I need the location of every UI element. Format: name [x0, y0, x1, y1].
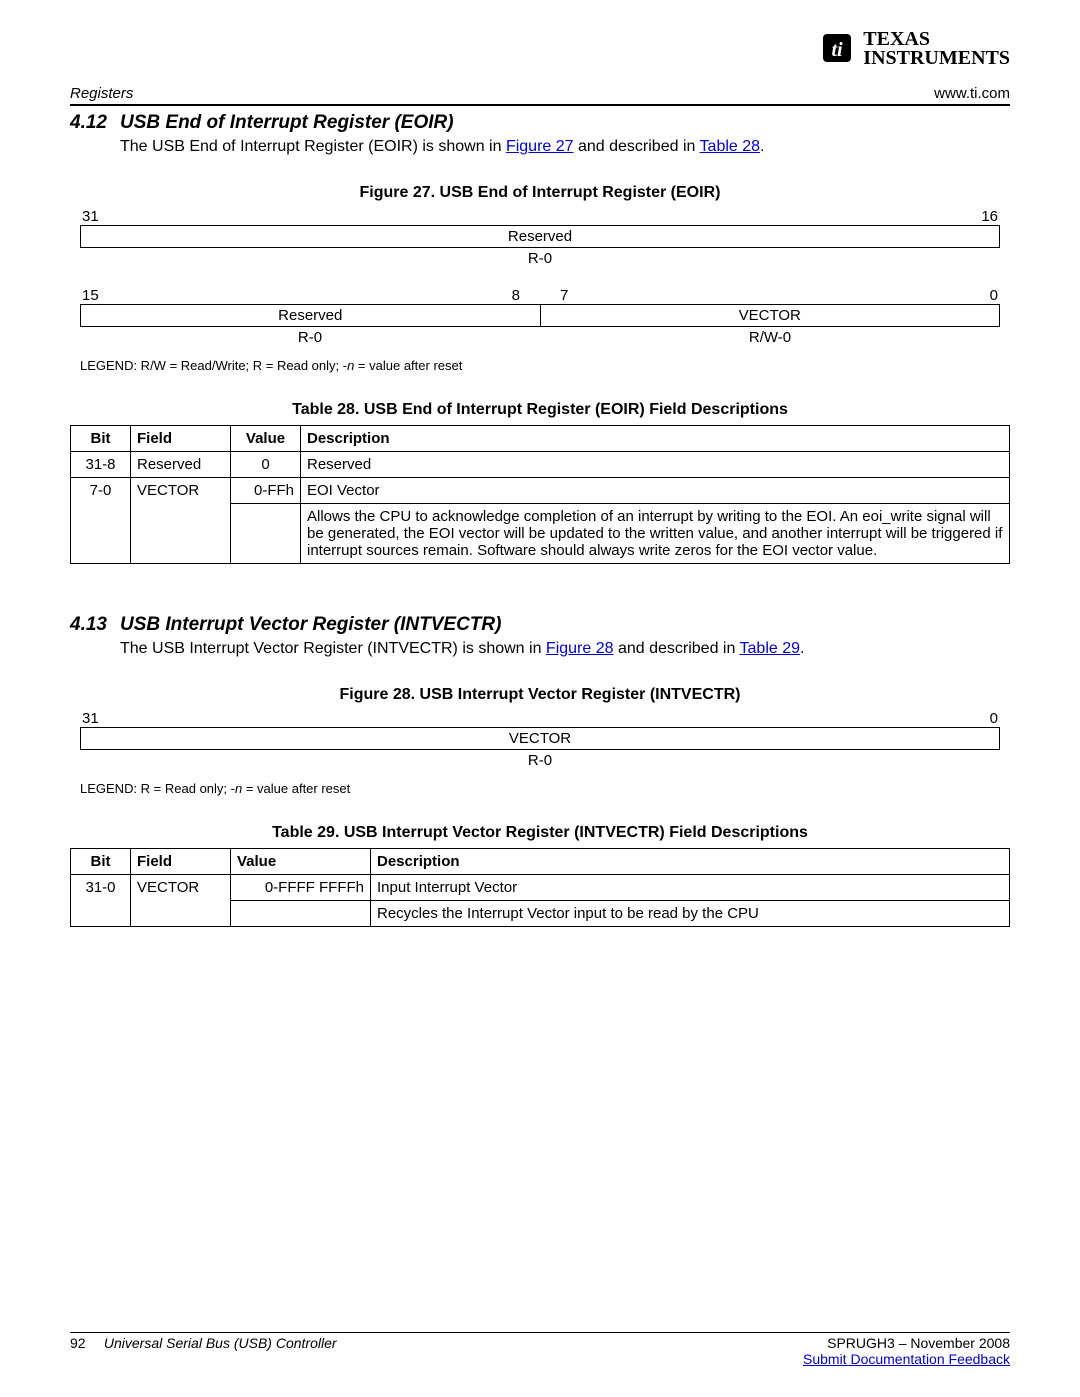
bit-label: 0 [568, 287, 998, 304]
bit-label: 31 [82, 710, 99, 727]
field-reserved: Reserved [81, 305, 541, 326]
figure-27-title: Figure 27. USB End of Interrupt Register… [70, 184, 1010, 202]
col-field: Field [131, 426, 231, 452]
section-412-intro: The USB End of Interrupt Register (EOIR)… [120, 138, 1010, 156]
table-row: Allows the CPU to acknowledge completion… [71, 504, 1010, 564]
section-413-intro: The USB Interrupt Vector Register (INTVE… [120, 640, 1010, 658]
bit-label: 7 [540, 287, 568, 304]
figure-27-link[interactable]: Figure 27 [506, 138, 574, 155]
doc-title: Universal Serial Bus (USB) Controller [104, 1335, 337, 1351]
header-url: www.ti.com [934, 85, 1010, 102]
logo-text-2: INSTRUMENTS [863, 47, 1010, 69]
col-value: Value [231, 849, 371, 875]
field-vector: VECTOR [541, 305, 1000, 326]
col-value: Value [231, 426, 301, 452]
section-number: 4.13 [70, 614, 120, 636]
ti-logo: ti TEXAS INSTRUMENTS [819, 30, 1010, 69]
table-row: 31-8 Reserved 0 Reserved [71, 452, 1010, 478]
bit-label: 31 [82, 208, 99, 225]
header-section: Registers [70, 85, 133, 102]
bit-label: 15 [82, 287, 512, 304]
figure-28-diagram: 31 0 VECTOR R-0 [80, 710, 1000, 771]
section-title: USB Interrupt Vector Register (INTVECTR) [120, 614, 501, 636]
table-29: Bit Field Value Description 31-0 VECTOR … [70, 848, 1010, 927]
rw-label: R-0 [80, 752, 1000, 769]
table-row: Recycles the Interrupt Vector input to b… [71, 901, 1010, 927]
feedback-link[interactable]: Submit Documentation Feedback [803, 1351, 1010, 1367]
figure-27-legend: LEGEND: R/W = Read/Write; R = Read only;… [80, 358, 1000, 373]
doc-id: SPRUGH3 – November 2008 [803, 1335, 1010, 1351]
col-desc: Description [371, 849, 1010, 875]
field-reserved: Reserved [81, 226, 999, 247]
page-number: 92 [70, 1335, 100, 1351]
table-28-link[interactable]: Table 28 [700, 138, 761, 155]
rw-label: R-0 [80, 250, 1000, 267]
col-bit: Bit [71, 426, 131, 452]
rw-label: R-0 [80, 329, 540, 346]
figure-28-title: Figure 28. USB Interrupt Vector Register… [70, 686, 1010, 704]
table-28: Bit Field Value Description 31-8 Reserve… [70, 425, 1010, 564]
bit-label: 0 [990, 710, 998, 727]
table-28-title: Table 28. USB End of Interrupt Register … [70, 401, 1010, 419]
bit-label: 16 [981, 208, 998, 225]
table-29-link[interactable]: Table 29 [740, 640, 801, 657]
table-29-title: Table 29. USB Interrupt Vector Register … [70, 824, 1010, 842]
figure-28-legend: LEGEND: R = Read only; -n = value after … [80, 781, 1000, 796]
figure-28-link[interactable]: Figure 28 [546, 640, 614, 657]
col-bit: Bit [71, 849, 131, 875]
page-footer: 92 Universal Serial Bus (USB) Controller… [70, 1332, 1010, 1367]
field-vector: VECTOR [81, 728, 999, 749]
figure-27-diagram: 31 16 Reserved R-0 15 8 7 0 Reserved VEC… [80, 208, 1000, 348]
svg-text:ti: ti [832, 39, 844, 61]
section-title: USB End of Interrupt Register (EOIR) [120, 112, 454, 134]
col-desc: Description [301, 426, 1010, 452]
rw-label: R/W-0 [540, 329, 1000, 346]
section-number: 4.12 [70, 112, 120, 134]
col-field: Field [131, 849, 231, 875]
table-row: 7-0 VECTOR 0-FFh EOI Vector [71, 478, 1010, 504]
table-row: 31-0 VECTOR 0-FFFF FFFFh Input Interrupt… [71, 875, 1010, 901]
bit-label: 8 [512, 287, 540, 304]
